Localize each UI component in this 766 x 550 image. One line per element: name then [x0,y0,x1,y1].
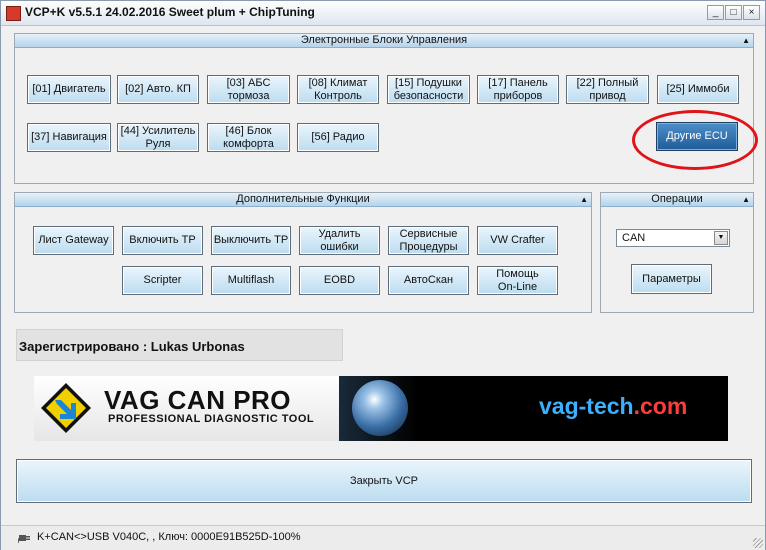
clear-errors-button[interactable]: Удалить ошибки [299,226,380,255]
enable-tp-button[interactable]: Включить TP [122,226,203,255]
functions-panel-header: Дополнительные Функции ▲ [15,193,591,207]
collapse-arrow-icon[interactable]: ▲ [742,195,750,204]
chevron-down-icon[interactable]: ▼ [714,231,728,245]
registration-box: Зарегистрировано : Lukas Urbonas [16,329,343,361]
online-help-button[interactable]: Помощь On-Line [477,266,558,295]
vcp-app-icon [6,6,21,21]
vw-crafter-button[interactable]: VW Crafter [477,226,558,255]
ecu-02-transmission-button[interactable]: [02] Авто. КП [117,75,199,104]
ecu-panel-header: Электронные Блоки Управления ▲ [15,34,753,48]
usb-plug-icon [18,535,30,544]
globe-icon [352,380,408,436]
ecu-15-airbag-button[interactable]: [15] Подушки безопасности [387,75,470,104]
scripter-button[interactable]: Scripter [122,266,203,295]
operations-panel: Операции ▲ [600,192,754,313]
minimize-button[interactable]: _ [707,5,724,20]
banner-website: vag-tech.com [539,393,687,420]
ecu-17-instruments-button[interactable]: [17] Панель приборов [477,75,559,104]
collapse-arrow-icon[interactable]: ▲ [580,195,588,204]
service-procedures-button[interactable]: Сервисные Процедуры [388,226,469,255]
close-vcp-button[interactable]: Закрыть VCP [16,459,752,503]
window-title: VCP+K v5.5.1 24.02.2016 Sweet plum + Chi… [25,5,315,19]
ecu-03-abs-button[interactable]: [03] АБС тормоза [207,75,290,104]
collapse-arrow-icon[interactable]: ▲ [742,36,750,45]
registration-text: Зарегистрировано : Lukas Urbonas [19,339,245,354]
ecu-37-navigation-button[interactable]: [37] Навигация [27,123,111,152]
operations-panel-header: Операции ▲ [601,193,753,207]
functions-panel-title: Дополнительные Функции [236,193,370,205]
highlight-ring [632,110,758,170]
ecu-46-comfort-button[interactable]: [46] Блок комфорта [207,123,290,152]
ecu-08-climate-button[interactable]: [08] Климат Контроль [297,75,379,104]
banner-tagline: PROFESSIONAL DIAGNOSTIC TOOL [108,413,315,425]
status-text: K+CAN<>USB V040C, , Ключ: 0000E91B525D-1… [37,531,301,543]
vag-diamond-arrow-icon [41,383,91,433]
vag-can-pro-banner: VAG CAN PRO PROFESSIONAL DIAGNOSTIC TOOL… [34,376,728,441]
banner-website-name: vag-tech [539,393,634,419]
ecu-panel-title: Электронные Блоки Управления [300,34,468,46]
resize-grip[interactable] [753,538,763,548]
ecu-panel: Электронные Блоки Управления ▲ [14,33,754,184]
banner-brand-area: VAG CAN PRO PROFESSIONAL DIAGNOSTIC TOOL [34,376,339,441]
autoscan-button[interactable]: АвтоСкан [388,266,469,295]
maximize-button[interactable]: □ [725,5,742,20]
close-window-button[interactable]: × [743,5,760,20]
status-bar: K+CAN<>USB V040C, , Ключ: 0000E91B525D-1… [1,525,765,550]
gateway-list-button[interactable]: Лист Gateway [33,226,114,255]
disable-tp-button[interactable]: Выключить TP [211,226,291,255]
ecu-25-immobilizer-button[interactable]: [25] Иммоби [657,75,739,104]
protocol-select-value: CAN [622,232,646,244]
parameters-button[interactable]: Параметры [631,264,712,294]
vcp-main-window: VCP+K v5.5.1 24.02.2016 Sweet plum + Chi… [0,0,766,550]
ecu-22-awd-button[interactable]: [22] Полный привод [566,75,649,104]
operations-panel-title: Операции [651,193,703,205]
ecu-56-radio-button[interactable]: [56] Радио [297,123,379,152]
banner-brand: VAG CAN PRO [104,385,292,415]
ecu-01-engine-button[interactable]: [01] Двигатель [27,75,111,104]
ecu-44-steering-button[interactable]: [44] Усилитель Руля [117,123,199,152]
multiflash-button[interactable]: Multiflash [211,266,291,295]
eobd-button[interactable]: EOBD [299,266,380,295]
banner-website-domain: .com [633,393,688,419]
protocol-select[interactable]: CAN ▼ [616,229,730,247]
title-bar[interactable]: VCP+K v5.5.1 24.02.2016 Sweet plum + Chi… [1,1,765,26]
